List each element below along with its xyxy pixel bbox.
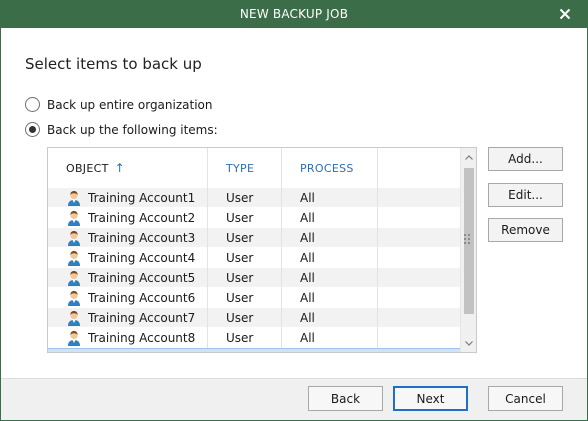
object-cell: Training Account6 bbox=[48, 287, 208, 308]
empty-cell bbox=[378, 288, 461, 308]
object-cell: Training Account7 bbox=[48, 307, 208, 328]
type-cell: User bbox=[208, 287, 282, 308]
process-cell: All bbox=[282, 247, 378, 268]
object-name: Training Account8 bbox=[88, 330, 196, 345]
object-cell: Training Account1 bbox=[48, 187, 208, 208]
edit-button[interactable]: Edit... bbox=[488, 183, 563, 207]
type-cell: User bbox=[208, 187, 282, 208]
user-icon bbox=[68, 230, 80, 246]
empty-cell bbox=[378, 308, 461, 328]
resize-grip-icon[interactable] bbox=[464, 234, 470, 246]
user-icon bbox=[68, 330, 80, 346]
radio-button-checked[interactable] bbox=[25, 122, 40, 137]
user-icon bbox=[68, 250, 80, 266]
type-cell: User bbox=[208, 327, 282, 348]
empty-cell bbox=[378, 208, 461, 228]
cancel-button[interactable]: Cancel bbox=[488, 386, 563, 411]
scroll-down-button[interactable] bbox=[461, 334, 476, 352]
object-cell: Training Account5 bbox=[48, 267, 208, 288]
process-cell: All bbox=[282, 187, 378, 208]
empty-cell bbox=[378, 188, 461, 208]
object-name: Training Account5 bbox=[88, 270, 196, 285]
table-row[interactable]: Training Account4 User All bbox=[48, 247, 461, 268]
object-name: Training Account7 bbox=[88, 310, 196, 325]
empty-cell bbox=[378, 268, 461, 288]
table-row[interactable]: Training Account3 User All bbox=[48, 227, 461, 248]
object-cell: Training Account8 bbox=[48, 327, 208, 348]
object-cell: Training Account3 bbox=[48, 227, 208, 248]
process-cell: All bbox=[282, 267, 378, 288]
sort-ascending-icon: ↑ bbox=[114, 161, 125, 175]
close-icon bbox=[559, 8, 571, 20]
process-cell: All bbox=[282, 287, 378, 308]
process-cell: All bbox=[282, 307, 378, 328]
user-icon bbox=[68, 190, 80, 206]
empty-cell bbox=[378, 328, 461, 348]
empty-cell bbox=[378, 248, 461, 268]
type-cell: User bbox=[208, 267, 282, 288]
table-row[interactable]: Training Account2 User All bbox=[48, 207, 461, 228]
radio-label: Back up entire organization bbox=[47, 97, 213, 112]
process-cell: All bbox=[282, 327, 378, 348]
user-icon bbox=[68, 270, 80, 286]
scroll-up-button[interactable] bbox=[461, 148, 476, 166]
type-cell: User bbox=[208, 227, 282, 248]
table-row[interactable]: Training Account5 User All bbox=[48, 267, 461, 288]
chevron-down-icon bbox=[464, 340, 473, 346]
selected-row-partial[interactable] bbox=[48, 348, 461, 352]
column-header-empty bbox=[378, 148, 461, 188]
table-row[interactable]: Training Account8 User All bbox=[48, 327, 461, 348]
object-name: Training Account2 bbox=[88, 210, 196, 225]
page-title: Select items to back up bbox=[25, 55, 202, 73]
object-name: Training Account6 bbox=[88, 290, 196, 305]
user-icon bbox=[68, 210, 80, 226]
chevron-up-icon bbox=[464, 154, 473, 160]
object-cell: Training Account2 bbox=[48, 207, 208, 228]
user-icon bbox=[68, 310, 80, 326]
column-header-type[interactable]: TYPE bbox=[208, 148, 282, 188]
table-row[interactable]: Training Account6 User All bbox=[48, 287, 461, 308]
type-cell: User bbox=[208, 247, 282, 268]
remove-button[interactable]: Remove bbox=[488, 218, 563, 242]
items-grid[interactable]: OBJECT ↑ TYPE PROCESS Training Account1 … bbox=[47, 147, 477, 353]
title-bar: NEW BACKUP JOB bbox=[0, 0, 588, 28]
radio-entire-organization[interactable]: Back up entire organization bbox=[25, 97, 213, 112]
table-row[interactable]: Training Account1 User All bbox=[48, 187, 461, 208]
type-cell: User bbox=[208, 207, 282, 228]
object-cell: Training Account4 bbox=[48, 247, 208, 268]
column-header-object[interactable]: OBJECT ↑ bbox=[48, 148, 208, 188]
column-header-label: OBJECT bbox=[66, 161, 109, 175]
add-button[interactable]: Add... bbox=[488, 147, 563, 171]
window-title: NEW BACKUP JOB bbox=[239, 7, 349, 21]
grid-header: OBJECT ↑ TYPE PROCESS bbox=[48, 148, 461, 188]
column-header-process[interactable]: PROCESS bbox=[282, 148, 378, 188]
radio-following-items[interactable]: Back up the following items: bbox=[25, 122, 218, 137]
type-cell: User bbox=[208, 307, 282, 328]
process-cell: All bbox=[282, 207, 378, 228]
user-icon bbox=[68, 290, 80, 306]
column-header-label: TYPE bbox=[226, 161, 255, 175]
column-header-label: PROCESS bbox=[300, 161, 354, 175]
next-button[interactable]: Next bbox=[393, 386, 468, 411]
close-button[interactable] bbox=[542, 0, 588, 28]
radio-button-unchecked[interactable] bbox=[25, 97, 40, 112]
object-name: Training Account4 bbox=[88, 250, 196, 265]
grid-rows: Training Account1 User All Training Acco… bbox=[48, 187, 461, 348]
radio-label: Back up the following items: bbox=[47, 122, 218, 137]
back-button[interactable]: Back bbox=[308, 386, 383, 411]
object-name: Training Account1 bbox=[88, 190, 196, 205]
vertical-scrollbar[interactable] bbox=[460, 148, 476, 352]
process-cell: All bbox=[282, 227, 378, 248]
empty-cell bbox=[378, 228, 461, 248]
object-name: Training Account3 bbox=[88, 230, 196, 245]
table-row[interactable]: Training Account7 User All bbox=[48, 307, 461, 328]
